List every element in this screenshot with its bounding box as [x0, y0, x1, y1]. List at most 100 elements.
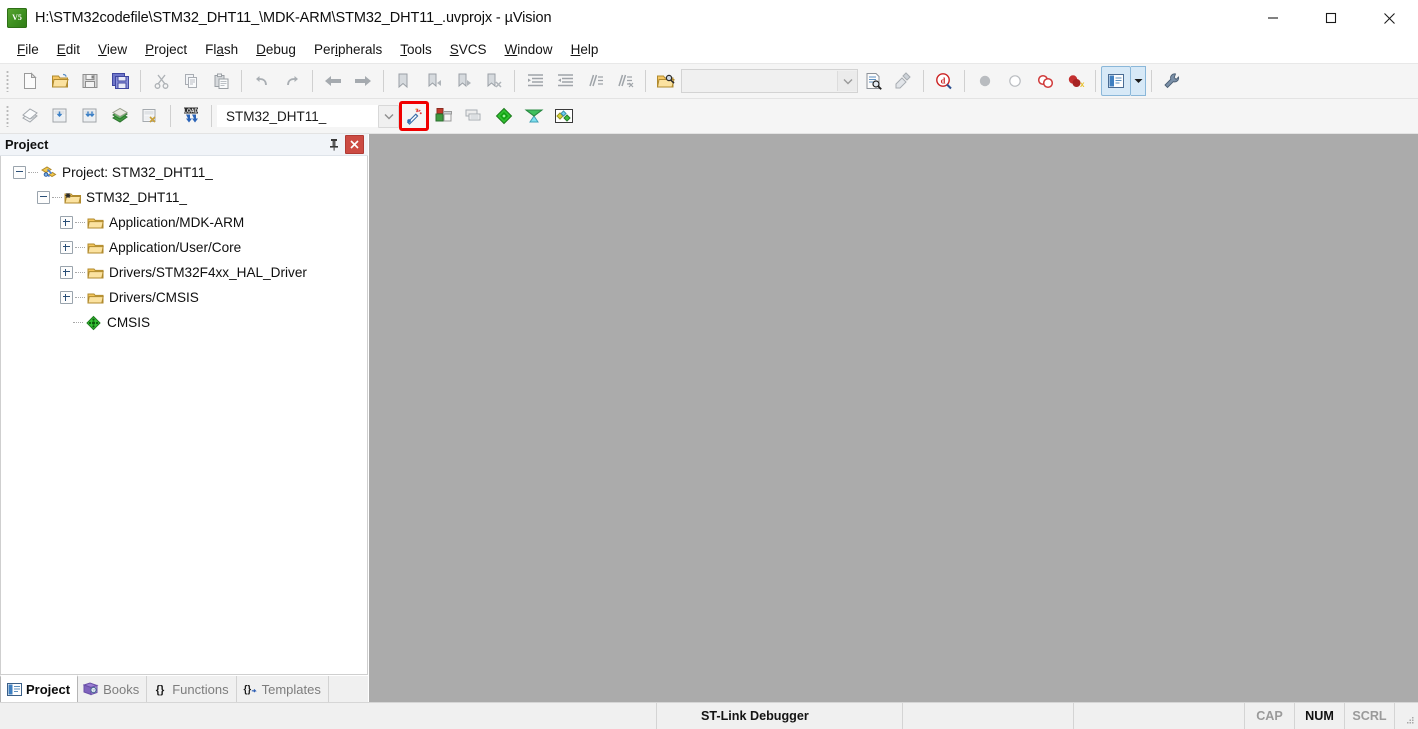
books-tab-icon: ? [83, 682, 99, 697]
manage-run-time-environment-icon[interactable] [549, 101, 579, 131]
target-selector-value[interactable]: STM32_DHT11_ [217, 109, 378, 124]
tree-connector [75, 221, 85, 224]
bookmark-next-icon[interactable] [449, 66, 479, 96]
configure-toolbar-icon[interactable] [1157, 66, 1187, 96]
debug-session-icon[interactable]: d [929, 66, 959, 96]
toolbar-grip[interactable] [4, 70, 12, 92]
cut-icon[interactable] [146, 66, 176, 96]
menu-debug[interactable]: Debug [247, 39, 305, 60]
menu-tools[interactable]: Tools [391, 39, 441, 60]
tree-row[interactable]: CMSIS [1, 310, 367, 335]
expander-expand-icon[interactable] [60, 241, 73, 254]
tab-functions[interactable]: {} Functions [147, 676, 237, 702]
indent-right-icon[interactable] [520, 66, 550, 96]
translate-file-icon[interactable] [15, 101, 45, 131]
svg-text:x: x [1080, 80, 1085, 89]
target-selector[interactable]: STM32_DHT11_ [217, 104, 399, 128]
menu-view[interactable]: View [89, 39, 136, 60]
tree-label: Application/User/Core [109, 239, 242, 255]
tree-row[interactable]: Drivers/CMSIS [1, 285, 367, 310]
close-icon[interactable] [1360, 0, 1418, 36]
toolbar-separator [645, 70, 646, 92]
expander-expand-icon[interactable] [60, 291, 73, 304]
menu-peripherals[interactable]: Peripherals [305, 39, 391, 60]
stop-build-icon[interactable] [135, 101, 165, 131]
breakpoint-enable-icon[interactable] [1000, 66, 1030, 96]
menu-edit[interactable]: Edit [48, 39, 89, 60]
pin-icon[interactable] [325, 136, 342, 153]
pack-installer-icon[interactable] [519, 101, 549, 131]
menu-window[interactable]: Window [496, 39, 562, 60]
open-file-icon[interactable] [45, 66, 75, 96]
breakpoint-insert-icon[interactable] [970, 66, 1000, 96]
download-icon[interactable]: LOAD [176, 101, 206, 131]
bookmark-toggle-icon[interactable] [389, 66, 419, 96]
functions-tab-icon: {} [152, 682, 168, 697]
menu-file[interactable]: File [8, 39, 48, 60]
save-all-icon[interactable] [105, 66, 135, 96]
target-options-magic-wand-icon[interactable] [399, 101, 429, 131]
copy-icon[interactable] [176, 66, 206, 96]
paste-icon[interactable] [206, 66, 236, 96]
build-target-icon[interactable] [45, 101, 75, 131]
batch-build-icon[interactable] [105, 101, 135, 131]
svg-text:{}: {} [156, 684, 165, 696]
undo-icon[interactable] [247, 66, 277, 96]
indent-left-icon[interactable] [550, 66, 580, 96]
redo-icon[interactable] [277, 66, 307, 96]
tab-project[interactable]: Project [0, 675, 79, 702]
menu-project[interactable]: Project [136, 39, 196, 60]
manage-project-items-icon[interactable] [429, 101, 459, 131]
statusbar: ST-Link Debugger CAP NUM SCRL [0, 702, 1418, 729]
tab-templates[interactable]: {} Templates [236, 676, 329, 702]
navigate-forward-icon[interactable] [348, 66, 378, 96]
tab-label: Templates [261, 681, 321, 697]
breakpoint-kill-all-icon[interactable]: x [1060, 66, 1090, 96]
toolbar-separator [1151, 70, 1152, 92]
find-in-files-icon[interactable] [651, 66, 681, 96]
bookmark-clear-icon[interactable] [479, 66, 509, 96]
maximize-icon[interactable] [1302, 0, 1360, 36]
toolbar-grip[interactable] [4, 105, 12, 127]
chevron-down-icon[interactable] [837, 71, 857, 91]
find-combo[interactable] [681, 69, 858, 93]
multi-project-icon[interactable] [459, 101, 489, 131]
replace-icon[interactable] [888, 66, 918, 96]
expander-collapse-icon[interactable] [13, 166, 26, 179]
tree-row[interactable]: Project: STM32_DHT11_ [1, 160, 367, 185]
chevron-down-icon[interactable] [378, 104, 399, 128]
status-message [0, 703, 657, 729]
save-icon[interactable] [75, 66, 105, 96]
incremental-find-icon[interactable] [858, 66, 888, 96]
status-debugger: ST-Link Debugger [657, 703, 903, 729]
tree-row[interactable]: Application/MDK-ARM [1, 210, 367, 235]
new-file-icon[interactable] [15, 66, 45, 96]
minimize-icon[interactable] [1244, 0, 1302, 36]
run-to-main-icon[interactable] [489, 101, 519, 131]
menu-help[interactable]: Help [562, 39, 608, 60]
tree-label: Project: STM32_DHT11_ [62, 164, 213, 180]
tree-row[interactable]: Drivers/STM32F4xx_HAL_Driver [1, 260, 367, 285]
expander-collapse-icon[interactable] [37, 191, 50, 204]
navigate-back-icon[interactable] [318, 66, 348, 96]
expander-expand-icon[interactable] [60, 216, 73, 229]
rebuild-all-icon[interactable] [75, 101, 105, 131]
editor-client-area[interactable] [369, 134, 1418, 702]
window-layout-icon[interactable] [1101, 66, 1131, 96]
chevron-down-icon[interactable] [1131, 66, 1146, 96]
menubar: File Edit View Project Flash Debug Perip… [0, 36, 1418, 63]
comment-icon[interactable] [580, 66, 610, 96]
menu-svcs[interactable]: SVCS [441, 39, 496, 60]
project-tree[interactable]: Project: STM32_DHT11_ STM32_DHT11_ Appli… [0, 156, 368, 675]
tree-row[interactable]: Application/User/Core [1, 235, 367, 260]
tab-books[interactable]: ? Books [78, 676, 148, 702]
menu-flash[interactable]: Flash [196, 39, 247, 60]
expander-expand-icon[interactable] [60, 266, 73, 279]
bookmark-prev-icon[interactable] [419, 66, 449, 96]
tree-row[interactable]: STM32_DHT11_ [1, 185, 367, 210]
resize-grip-icon[interactable] [1395, 703, 1418, 729]
close-icon[interactable] [345, 135, 364, 154]
uncomment-icon[interactable] [610, 66, 640, 96]
breakpoint-disable-all-icon[interactable] [1030, 66, 1060, 96]
tree-root: Project: STM32_DHT11_ STM32_DHT11_ Appli… [1, 156, 367, 335]
